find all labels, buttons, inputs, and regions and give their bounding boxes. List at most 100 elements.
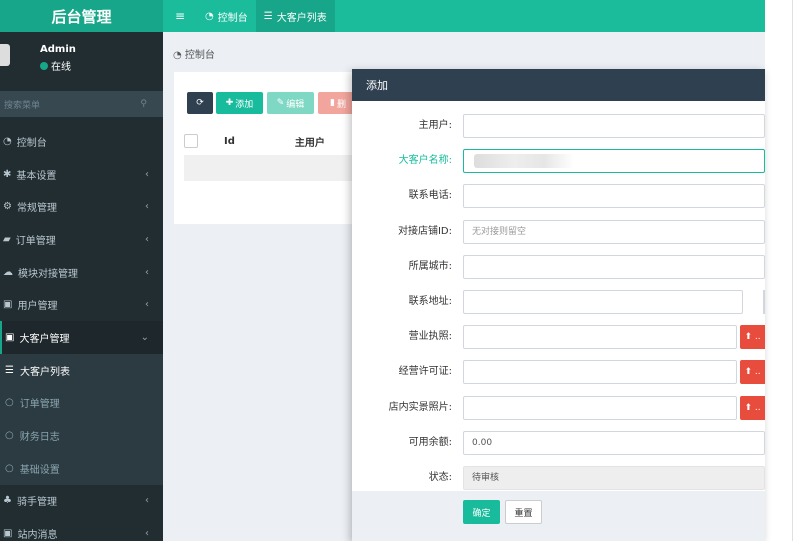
form-row-main-user: 主用户: [352,114,765,138]
table-panel: ⟳ ✚ 添加 ✎ 编辑 ▮ 删 Id 主用户 [174,72,374,224]
chevron-left-icon: ‹ [145,201,149,213]
app-logo[interactable]: 后台管理 [0,0,163,32]
address-side-button[interactable] [763,290,765,314]
status-field: 待审核 [463,466,765,490]
sidebar-item-modules[interactable]: ☁ 模块对接管理 ‹ [0,256,163,289]
sidebar-item-orders[interactable]: ▰ 订单管理 ‹ [0,223,163,256]
address-input[interactable] [463,290,743,314]
license-input[interactable] [463,325,737,349]
store-id-label: 对接店铺ID: [397,226,452,237]
edit-button[interactable]: ✎ 编辑 [267,92,314,114]
refresh-button[interactable]: ⟳ [187,92,213,114]
select-all-checkbox[interactable] [184,134,198,148]
address-label: 联系地址: [408,296,452,307]
balance-label: 可用余额: [408,437,452,448]
license-label: 营业执照: [408,331,452,342]
cogs-icon: ⚙ [3,201,12,213]
license-upload-button[interactable]: ⬆ .. [740,325,765,349]
phone-input[interactable] [463,184,765,208]
sidebar-item-label: 大客户管理 [19,333,70,345]
list-icon: ☰ [5,364,14,376]
breadcrumb: ◔ 控制台 [173,46,215,61]
sidebar-item-label: 基本设置 [16,170,57,182]
app-window: 后台管理 Admin 在线 搜索菜单 ⚲ ◔ 控制台 ✱ 基本设置 ‹ ⚙ 常规管理 … [0,0,804,541]
form-row-license: 营业执照: ⬆ .. [352,325,765,349]
form-row-address: 联系地址: [352,290,765,314]
right-margin [765,0,804,541]
dialog-title[interactable]: 添加 [352,69,765,101]
menu-search-input[interactable]: 搜索菜单 ⚲ [0,91,163,117]
photos-label: 店内实景照片: [388,402,452,413]
dashboard-icon: ◔ [205,10,214,22]
sidebar-item-vip-customers[interactable]: ▣ 大客户管理 ⌄ [0,321,163,354]
permit-upload-button[interactable]: ⬆ .. [740,360,765,384]
sidebar-item-dashboard[interactable]: ◔ 控制台 [0,125,163,158]
sidebar-subitem-label: 大客户列表 [19,366,70,378]
chevron-left-icon: ‹ [145,168,149,180]
search-icon[interactable]: ⚲ [140,99,147,109]
city-label: 所属城市: [408,261,452,272]
online-dot-icon [40,61,48,70]
sidebar-item-label: 用户管理 [17,301,58,313]
tab-customer-list[interactable]: ☰ 大客户列表 [255,0,335,32]
sidebar-subitem-base-settings[interactable]: ○ 基础设置 [0,451,163,485]
sidebar-subitem-finance-log[interactable]: ○ 财务日志 [0,419,163,452]
user-panel: Admin 在线 [0,32,163,85]
chevron-left-icon: ‹ [145,495,149,507]
message-icon: ▣ [3,528,13,540]
tab-label: 大客户列表 [276,12,327,24]
pencil-icon: ✎ [276,98,285,108]
cloud-icon: ☁ [3,266,13,278]
chevron-left-icon: ‹ [145,233,149,245]
sidebar-subitem-label: 订单管理 [19,399,60,411]
tab-label: 控制台 [217,12,248,24]
photos-upload-button[interactable]: ⬆ .. [740,396,765,420]
scrollbar-track[interactable] [792,0,793,541]
sidebar-subitem-customer-list[interactable]: ☰ 大客户列表 [0,353,163,387]
customer-name-input[interactable] [463,149,765,173]
form-row-phone: 联系电话: [352,184,765,208]
sidebar-subitem-orders[interactable]: ○ 订单管理 [0,386,163,420]
permit-input[interactable] [463,360,737,384]
photos-input[interactable] [463,396,737,420]
sidebar-subitem-label: 基础设置 [19,464,60,476]
balance-input[interactable]: 0.00 [463,431,765,455]
sidebar-item-label: 骑手管理 [16,497,57,509]
chevron-down-icon: ⌄ [140,331,149,343]
city-select[interactable] [463,255,765,279]
form-row-store-id: 对接店铺ID: 无对接则留空 [352,220,765,244]
sidebar-item-messages[interactable]: ▣ 站内消息 ‹ [0,517,163,541]
sidebar-item-basic-settings[interactable]: ✱ 基本设置 ‹ [0,158,163,191]
user-status-label: 在线 [51,62,71,73]
dashboard-icon: ◔ [173,50,182,61]
form-row-status: 状态: 待审核 [352,466,765,490]
sidebar-item-riders[interactable]: ♣ 骑手管理 ‹ [0,485,163,518]
sidebar-item-users[interactable]: ▣ 用户管理 ‹ [0,288,163,321]
form-row-city: 所属城市: [352,255,765,279]
store-id-placeholder: 无对接则留空 [472,227,527,237]
form-row-balance: 可用余额: 0.00 [352,431,765,455]
user-card-icon: ▣ [3,299,13,311]
add-button-label: 添加 [235,99,254,110]
sidebar-item-general[interactable]: ⚙ 常规管理 ‹ [0,190,163,223]
column-header-id[interactable]: Id [224,136,235,147]
store-id-input[interactable]: 无对接则留空 [463,220,765,244]
main-user-input[interactable] [463,114,765,138]
rider-icon: ♣ [3,495,12,507]
sidebar-subitem-label: 财务日志 [19,432,60,444]
form-row-permit: 经营许可证: ⬆ .. [352,360,765,384]
reset-button[interactable]: 重置 [505,500,542,524]
user-name: Admin [40,44,76,55]
add-button[interactable]: ✚ 添加 [216,92,263,114]
plus-icon: ✚ [225,98,234,108]
sidebar-item-label: 订单管理 [15,235,56,247]
redacted-text [474,154,574,168]
edit-button-label: 编辑 [286,99,305,110]
gear-icon: ✱ [3,168,12,180]
confirm-button[interactable]: 确定 [463,500,500,524]
sidebar: 后台管理 Admin 在线 搜索菜单 ⚲ ◔ 控制台 ✱ 基本设置 ‹ ⚙ 常规管理 … [0,0,163,541]
tab-dashboard[interactable]: ◔ 控制台 [197,0,256,32]
top-navbar: ≡ ◔ 控制台 ☰ 大客户列表 [163,0,765,32]
column-header-main-user[interactable]: 主用户 [295,134,325,149]
menu-toggle-icon[interactable]: ≡ [163,9,197,23]
